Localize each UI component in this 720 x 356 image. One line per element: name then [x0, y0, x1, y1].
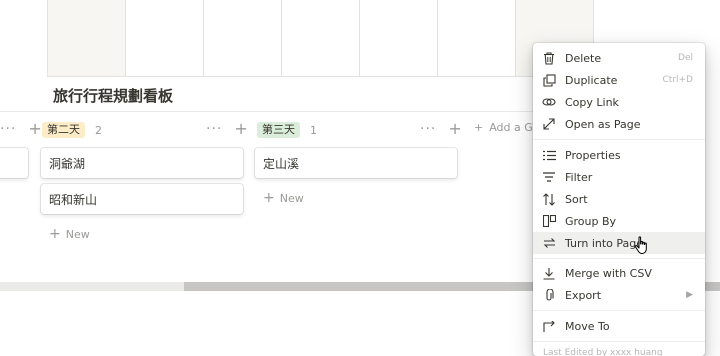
column-header: 第三天 1 — [257, 121, 317, 139]
calendar-cell — [48, 0, 126, 76]
menu-item-turn-into-page[interactable]: Turn into Page — [533, 232, 705, 254]
menu-item-copy-link[interactable]: Copy Link — [533, 91, 705, 113]
menu-item-label: Merge with CSV — [565, 266, 652, 280]
card-title: 洞爺湖 — [49, 157, 86, 171]
plus-icon: + — [263, 190, 275, 206]
add-icon[interactable]: + — [234, 121, 247, 137]
calendar-cell — [438, 0, 516, 76]
menu-item-label: Sort — [565, 192, 588, 206]
menu-item-label: Export — [565, 288, 602, 302]
menu-item-label: Open as Page — [565, 117, 641, 131]
group-tag[interactable]: 第三天 — [257, 122, 300, 138]
context-menu: Delete Del Duplicate Ctrl+D Copy Link Op… — [533, 43, 705, 356]
add-group-button[interactable]: + Add a Gr — [474, 121, 537, 134]
last-edited-footer: Last Edited by xxxx huang — [543, 348, 663, 356]
calendar-cell — [126, 0, 204, 76]
card-title: 昭和新山 — [49, 193, 98, 207]
menu-item-group-by[interactable]: Group By — [533, 210, 705, 232]
menu-item-label: Duplicate — [565, 73, 618, 87]
menu-item-move-to[interactable]: Move To — [533, 315, 705, 337]
more-icon[interactable]: ··· — [206, 121, 222, 137]
add-icon[interactable]: + — [28, 121, 41, 137]
turn-into-icon — [542, 236, 556, 250]
duplicate-icon — [542, 73, 556, 87]
calendar-strip — [47, 0, 597, 77]
menu-item-filter[interactable]: Filter — [533, 166, 705, 188]
calendar-cell — [282, 0, 360, 76]
plus-icon: + — [474, 121, 484, 134]
menu-separator — [533, 258, 705, 259]
menu-item-label: Properties — [565, 148, 621, 162]
shortcut-hint: Del — [678, 53, 693, 63]
hand-cursor-icon — [634, 236, 650, 259]
column-tools: ··· + — [0, 121, 42, 138]
card[interactable]: 洞爺湖 — [41, 148, 243, 178]
column-tools: ··· + — [206, 121, 248, 138]
link-icon — [542, 95, 556, 109]
menu-item-label: Group By — [565, 214, 617, 228]
group-count: 1 — [310, 123, 317, 137]
trash-icon — [542, 51, 556, 65]
group-icon — [542, 214, 556, 228]
menu-item-export[interactable]: Export ▶ — [533, 284, 705, 306]
menu-item-delete[interactable]: Delete Del — [533, 47, 705, 69]
group-count: 2 — [95, 123, 102, 137]
menu-separator — [533, 341, 705, 342]
menu-item-open-as-page[interactable]: Open as Page — [533, 113, 705, 135]
new-label: New — [65, 227, 90, 241]
more-icon[interactable]: ··· — [0, 121, 16, 137]
column-header: 第二天 2 — [42, 121, 102, 139]
card[interactable]: 昭和新山 — [41, 184, 243, 214]
new-card-button[interactable]: + New — [49, 226, 90, 242]
calendar-cell — [204, 0, 282, 76]
board-title[interactable]: 旅行行程規劃看板 — [53, 85, 173, 106]
chevron-right-icon: ▶ — [686, 290, 693, 300]
divider — [0, 111, 540, 112]
menu-item-label: Copy Link — [565, 95, 619, 109]
menu-item-merge-csv[interactable]: Merge with CSV — [533, 262, 705, 284]
add-group-label: Add a Gr — [489, 121, 538, 134]
new-card-button[interactable]: + New — [263, 190, 304, 206]
group-tag[interactable]: 第二天 — [42, 122, 85, 138]
sort-icon — [542, 192, 556, 206]
menu-item-label: Move To — [565, 319, 610, 333]
column-tools: ··· + — [420, 121, 462, 138]
menu-item-duplicate[interactable]: Duplicate Ctrl+D — [533, 69, 705, 91]
menu-item-properties[interactable]: Properties — [533, 144, 705, 166]
new-label: New — [279, 191, 304, 205]
filter-icon — [542, 170, 556, 184]
plus-icon: + — [49, 226, 61, 242]
shortcut-hint: Ctrl+D — [662, 75, 694, 85]
card[interactable]: 定山溪 — [255, 148, 457, 178]
more-icon[interactable]: ··· — [420, 121, 436, 137]
paperclip-icon — [542, 288, 556, 302]
menu-separator — [533, 310, 705, 311]
menu-item-label: Delete — [565, 51, 602, 65]
card[interactable] — [0, 148, 28, 178]
download-icon — [542, 266, 556, 280]
list-icon — [542, 148, 556, 162]
move-to-icon — [542, 319, 556, 333]
card-title: 定山溪 — [263, 157, 300, 171]
calendar-cell — [360, 0, 438, 76]
menu-item-sort[interactable]: Sort — [533, 188, 705, 210]
add-icon[interactable]: + — [448, 121, 461, 137]
expand-icon — [542, 117, 556, 131]
menu-item-label: Filter — [565, 170, 593, 184]
menu-separator — [533, 139, 705, 140]
